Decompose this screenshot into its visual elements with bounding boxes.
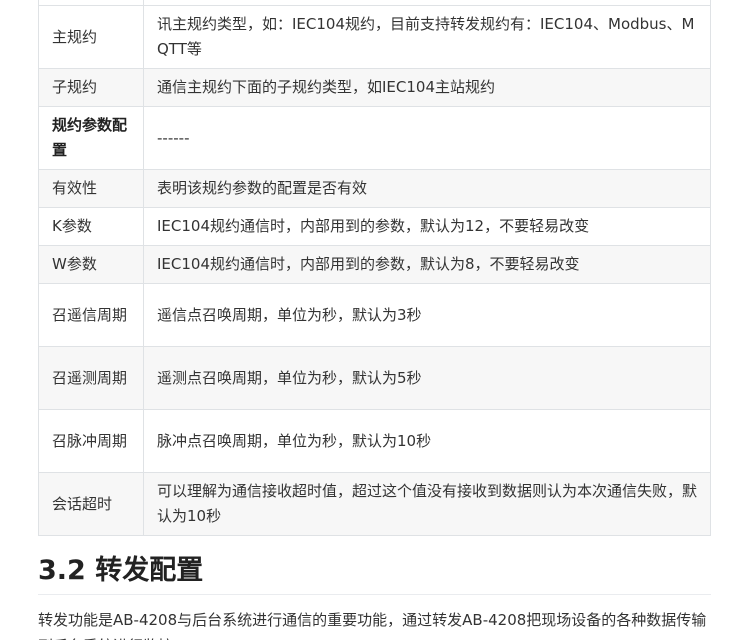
section-heading: 3.2 转发配置 — [38, 552, 711, 595]
table-row: 主规约 讯主规约类型，如：IEC104规约，目前支持转发规约有：IEC104、M… — [38, 5, 711, 69]
param-description-cell: 表明该规约参数的配置是否有效 — [143, 169, 711, 208]
param-name-cell: K参数 — [38, 207, 144, 246]
table-row: 召遥信周期 遥信点召唤周期，单位为秒，默认为3秒 — [38, 283, 711, 347]
section-intro-paragraph: 转发功能是AB-4208与后台系统进行通信的重要功能，通过转发AB-4208把现… — [38, 611, 707, 640]
param-name-cell: 召遥测周期 — [38, 346, 144, 410]
param-description-cell: 讯主规约类型，如：IEC104规约，目前支持转发规约有：IEC104、Modbu… — [143, 5, 711, 69]
table-row: 召脉冲周期 脉冲点召唤周期，单位为秒，默认为10秒 — [38, 409, 711, 473]
table-row: W参数 IEC104规约通信时，内部用到的参数，默认为8，不要轻易改变 — [38, 245, 711, 284]
table-row: 召遥测周期 遥测点召唤周期，单位为秒，默认为5秒 — [38, 346, 711, 410]
param-name-cell: 有效性 — [38, 169, 144, 208]
table-row: K参数 IEC104规约通信时，内部用到的参数，默认为12，不要轻易改变 — [38, 207, 711, 246]
param-name-cell: 子规约 — [38, 68, 144, 107]
param-description-cell: ------ — [143, 106, 711, 170]
table-row: 子规约 通信主规约下面的子规约类型，如IEC104主站规约 — [38, 68, 711, 107]
param-name-cell: 会话超时 — [38, 472, 144, 536]
param-description-cell: IEC104规约通信时，内部用到的参数，默认为12，不要轻易改变 — [143, 207, 711, 246]
table-row: 会话超时 可以理解为通信接收超时值，超过这个值没有接收到数据则认为本次通信失败，… — [38, 472, 711, 536]
param-name-cell: 主规约 — [38, 5, 144, 69]
param-description-cell: IEC104规约通信时，内部用到的参数，默认为8，不要轻易改变 — [143, 245, 711, 284]
param-name-cell: 规约参数配置 — [38, 106, 144, 170]
param-description-cell: 遥测点召唤周期，单位为秒，默认为5秒 — [143, 346, 711, 410]
protocol-parameter-table: 主规约 讯主规约类型，如：IEC104规约，目前支持转发规约有：IEC104、M… — [38, 0, 711, 536]
param-description-cell: 脉冲点召唤周期，单位为秒，默认为10秒 — [143, 409, 711, 473]
param-name-cell: 召脉冲周期 — [38, 409, 144, 473]
table-row: 规约参数配置 ------ — [38, 106, 711, 170]
table-row: 有效性 表明该规约参数的配置是否有效 — [38, 169, 711, 208]
document-page: 主规约 讯主规约类型，如：IEC104规约，目前支持转发规约有：IEC104、M… — [0, 0, 750, 640]
param-name-cell: W参数 — [38, 245, 144, 284]
param-description-cell: 通信主规约下面的子规约类型，如IEC104主站规约 — [143, 68, 711, 107]
param-name-cell: 召遥信周期 — [38, 283, 144, 347]
param-description-cell: 遥信点召唤周期，单位为秒，默认为3秒 — [143, 283, 711, 347]
param-description-cell: 可以理解为通信接收超时值，超过这个值没有接收到数据则认为本次通信失败，默认为10… — [143, 472, 711, 536]
